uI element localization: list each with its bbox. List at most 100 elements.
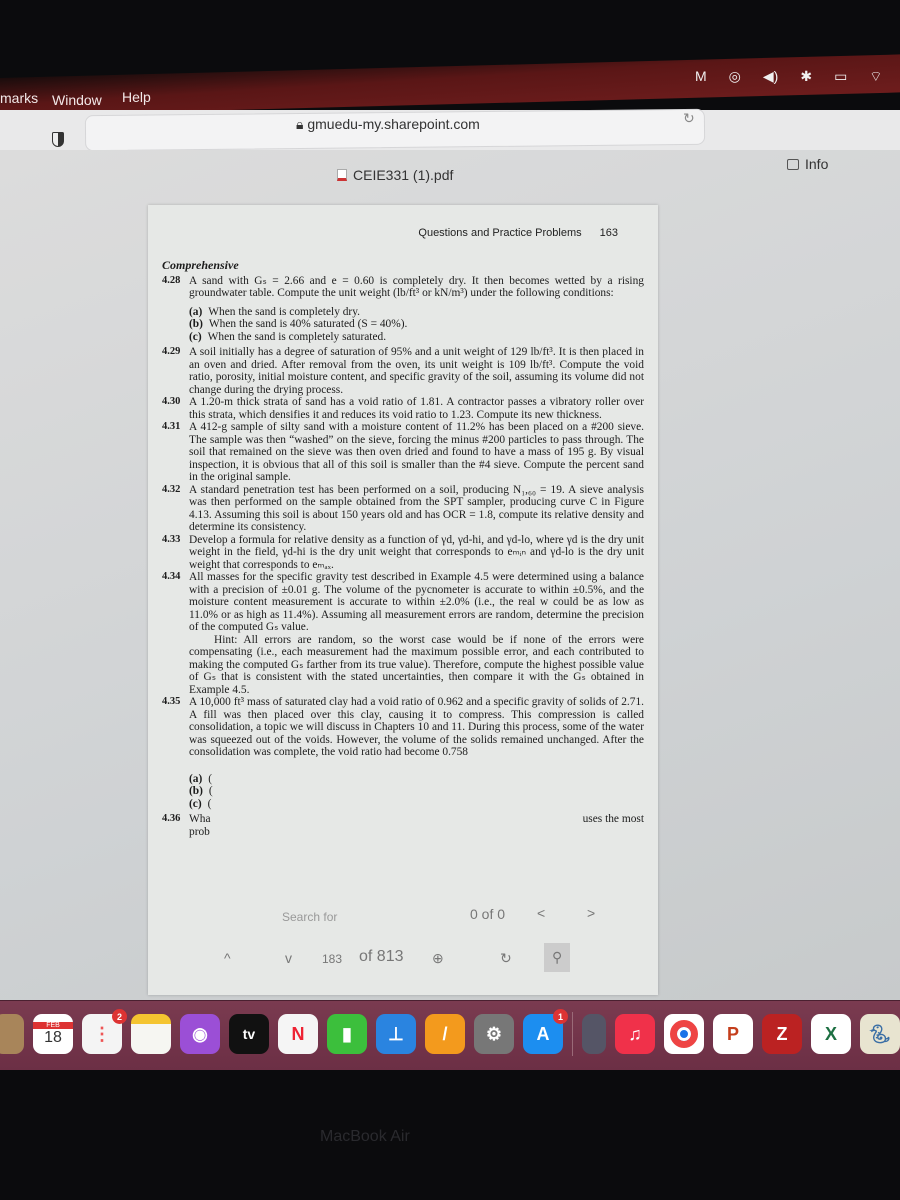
bluetooth-icon[interactable]: ✱ [800,68,812,86]
dock-excel[interactable]: X [811,1014,851,1054]
text: X [824,1023,837,1044]
dock-powerpoint[interactable]: P [713,1014,753,1054]
info-button[interactable]: Info [787,156,828,172]
pdf-file-icon [337,169,347,181]
problem-part: (c) When the sand is completely saturated… [189,331,644,344]
notification-badge: 1 [553,1009,568,1024]
dock-system-preferences[interactable]: ⚙ [474,1014,514,1054]
next-match-button[interactable]: > [587,905,595,921]
dock-calendar[interactable]: FEB 18 [33,1014,73,1054]
text: Info [805,156,829,172]
problem-4-36: 4.36 Wha uses the most prob [162,813,644,838]
problem-4-29: 4.29 A soil initially has a degree of sat… [162,346,644,396]
text: gmuedu-my.sharepoint.com [307,116,480,132]
notification-badge: 2 [112,1009,127,1024]
dock-reminders[interactable]: ⋮ 2 [82,1009,127,1054]
problem-part: (b) ( [189,785,644,798]
wifi-icon[interactable]: ⌔ [869,68,882,86]
text: (b) [189,318,203,330]
text: 18 [44,1028,62,1046]
dock-separator [572,1012,573,1056]
previous-match-button[interactable]: < [537,905,545,921]
menu-help[interactable]: Help [122,89,151,105]
malwarebytes-icon[interactable]: M [695,68,707,86]
problem-4-34: 4.34 All masses for the specific gravity … [162,571,644,696]
dock-music[interactable]: ♫ [615,1014,655,1054]
total-pages: of 813 [359,948,404,965]
dock-python-launcher[interactable] [582,1014,606,1054]
text: prob [189,825,210,838]
zoom-in-icon[interactable]: ⊕ [432,950,444,967]
text: When the sand is 40% saturated (S = 40%)… [208,318,408,330]
rotate-icon[interactable]: ↻ [500,950,512,967]
text: CEIE331 (1).pdf [353,167,454,183]
text: A 412-g sample of silty sand with a mois… [189,421,644,483]
dock-chrome[interactable] [664,1014,704,1054]
dock-podcasts[interactable]: ◉ [180,1014,220,1054]
dock-python[interactable]: 🐍︎ [860,1014,900,1054]
previous-page-button[interactable]: ^ [224,950,231,966]
macbook-bezel-label: MacBook Air [320,1128,410,1145]
battery-icon[interactable]: ▭ [834,68,847,86]
section-heading: Comprehensive [162,258,239,272]
dock-finder[interactable] [0,1014,24,1054]
dock-news[interactable]: N [278,1014,318,1054]
text: A 10,000 ft³ mass of saturated clay had … [189,696,644,758]
info-panel-icon [787,159,799,170]
text: 4.33 [162,533,181,545]
dock-keynote[interactable]: ⊥ [376,1014,416,1054]
dock-pages[interactable]: / [425,1014,465,1054]
hint: Hint: All errors are random, so the wors… [189,633,644,696]
text: A standard penetration test has been per… [189,483,644,534]
problem-4-28: 4.28 A sand with Gₛ = 2.66 and e = 0.60 i… [162,275,644,300]
text: 4.35 [162,696,181,707]
search-icon[interactable]: ⚲ [544,943,571,972]
menu-bookmarks[interactable]: marks [0,90,38,106]
problem-4-32: 4.32 A standard penetration test has been… [162,484,644,534]
problem-part: (a) When the sand is completely dry. [189,306,644,319]
text: Z [776,1023,788,1044]
running-head: Questions and Practice Problems 163 [418,227,618,239]
text: When the sand is completely dry. [208,305,361,318]
text: A sand with Gₛ = 2.66 and e = 0.60 is co… [189,274,644,300]
text: 4.31 [162,421,181,432]
text: 4.28 [162,274,181,286]
dock-app-store[interactable]: A1 [523,1009,568,1054]
text: ( [208,785,213,797]
text: All masses for the specific gravity test… [189,571,644,633]
lock-icon: 🔒︎ [296,116,308,132]
airdrop-icon[interactable]: ◎ [729,68,741,86]
menu-window[interactable]: Window [52,92,102,108]
search-input[interactable]: Search for [282,910,337,924]
text: 4.36 [162,813,181,824]
text: (c) [189,330,202,343]
problem-part: (c) ( [189,798,644,811]
text: uses the most [582,813,644,825]
text: FEB [33,1021,73,1029]
next-page-button[interactable]: v [285,950,292,966]
text: Develop a formula for relative density a… [189,533,644,571]
url-text[interactable]: 🔒︎ gmuedu-my.sharepoint.com [296,116,480,133]
problem-part: (b) When the sand is 40% saturated (S = 4… [189,318,644,331]
page-number-input[interactable]: 183 [322,952,342,966]
text: Wha [189,813,211,825]
text: (a) [189,305,203,318]
text: (c) [189,797,202,810]
match-count: 0 of 0 [470,906,506,922]
status-icons: M ◎ ◀) ✱ ▭ ⌔ [695,68,882,86]
problem-4-30: 4.30 A 1.20-m thick strata of sand has a … [162,396,644,421]
reload-icon[interactable]: ↻ [683,110,695,127]
volume-icon[interactable]: ◀) [763,68,778,86]
text: ( [207,797,212,810]
privacy-shield-icon[interactable] [52,132,64,147]
dock-numbers[interactable]: ▮ [327,1014,367,1054]
pdf-file-name: CEIE331 (1).pdf [337,167,453,183]
dock-zotero[interactable]: Z [762,1014,802,1054]
dock-apple-tv[interactable]: tv [229,1014,269,1054]
dock-notes[interactable] [131,1014,171,1054]
text: 4.30 [162,396,181,407]
problem-part: (a) ( [189,773,644,786]
find-toolbar: Search for 0 of 0 < > ^ v 183 of 813 ⊕ ↻… [212,905,632,985]
problem-4-31: 4.31 A 412-g sample of silty sand with a … [162,421,644,484]
text: 4.32 [162,483,181,495]
